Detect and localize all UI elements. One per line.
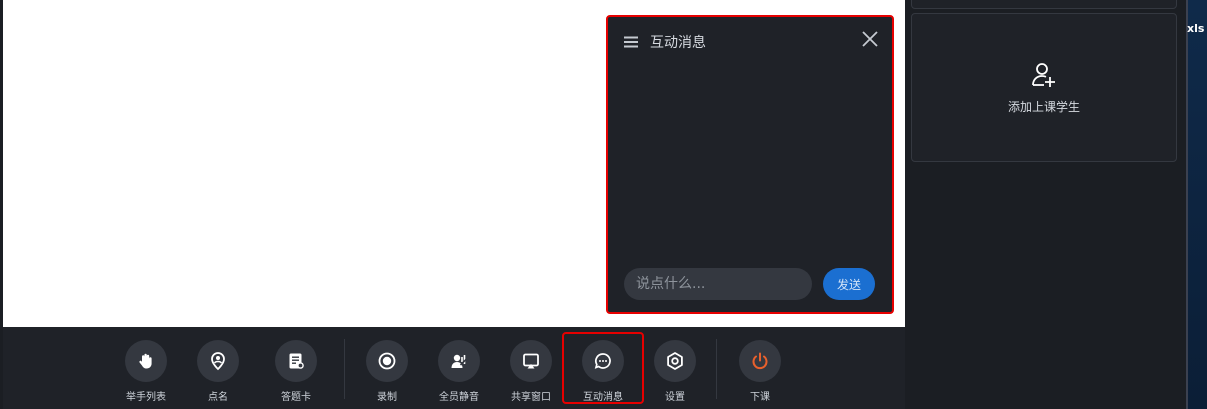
mute-all-icon bbox=[438, 340, 480, 382]
toolbar-label: 下课 bbox=[750, 392, 770, 403]
toolbar-mute-all[interactable]: 全员静音 bbox=[423, 340, 495, 406]
toolbar-label: 设置 bbox=[665, 392, 685, 403]
toolbar-answer-card[interactable]: 答题卡 bbox=[260, 340, 332, 406]
toolbar-label: 录制 bbox=[377, 392, 397, 403]
toolbar-settings[interactable]: 设置 bbox=[639, 340, 711, 406]
share-window-icon bbox=[510, 340, 552, 382]
toolbar-divider bbox=[344, 339, 345, 399]
toolbar-record[interactable]: 录制 bbox=[351, 340, 423, 406]
toolbar-label: 点名 bbox=[208, 392, 228, 403]
window-separator bbox=[1186, 0, 1188, 409]
add-user-icon bbox=[1030, 60, 1058, 92]
bottom-toolbar: 举手列表 点名 答题卡 录制 全员静音 共享窗口 互动消息 设置 下课 bbox=[3, 327, 905, 409]
add-student-card[interactable]: 添加上课学生 bbox=[911, 13, 1177, 162]
power-icon bbox=[739, 340, 781, 382]
toolbar-label: 全员静音 bbox=[439, 392, 479, 403]
chat-panel: 互动消息 发送 bbox=[606, 15, 894, 314]
roll-call-icon bbox=[197, 340, 239, 382]
raise-hand-icon bbox=[125, 340, 167, 382]
answer-card-icon bbox=[275, 340, 317, 382]
toolbar-label: 举手列表 bbox=[126, 392, 166, 403]
toolbar-label: 答题卡 bbox=[281, 392, 311, 403]
add-student-label: 添加上课学生 bbox=[1007, 100, 1080, 114]
menu-icon[interactable] bbox=[624, 36, 638, 48]
video-card bbox=[911, 0, 1177, 9]
chat-title: 互动消息 bbox=[650, 35, 706, 51]
toolbar-share-window[interactable]: 共享窗口 bbox=[495, 340, 567, 406]
chat-header: 互动消息 bbox=[624, 31, 706, 53]
file-label: xls bbox=[1187, 22, 1205, 35]
desktop-edge: xls bbox=[1186, 0, 1207, 409]
active-tool-highlight bbox=[562, 332, 644, 404]
close-icon[interactable] bbox=[862, 31, 878, 51]
toolbar-raise-hand-list[interactable]: 举手列表 bbox=[110, 340, 182, 406]
toolbar-end-class[interactable]: 下课 bbox=[724, 340, 796, 406]
record-icon bbox=[366, 340, 408, 382]
send-button[interactable]: 发送 bbox=[823, 268, 875, 300]
chat-message-input[interactable] bbox=[624, 268, 812, 300]
toolbar-roll-call[interactable]: 点名 bbox=[182, 340, 254, 406]
settings-icon bbox=[654, 340, 696, 382]
toolbar-label: 共享窗口 bbox=[511, 392, 551, 403]
student-sidebar: 添加上课学生 bbox=[906, 0, 1186, 409]
toolbar-divider bbox=[716, 339, 717, 399]
